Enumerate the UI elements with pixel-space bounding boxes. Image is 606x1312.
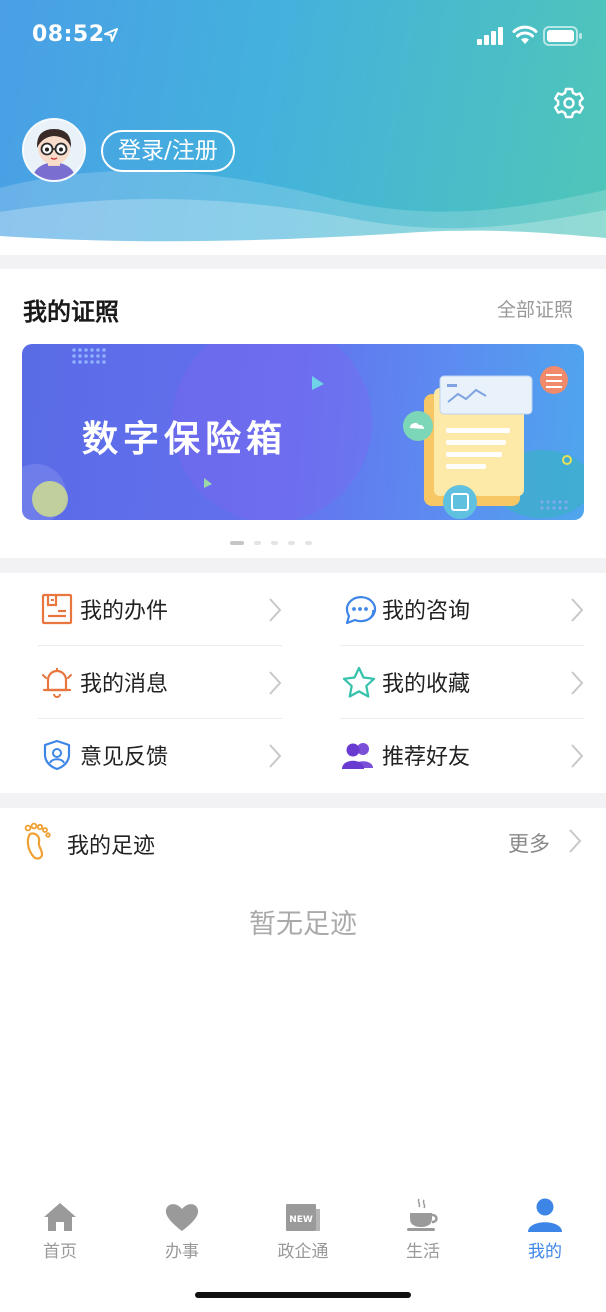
header-wave-decoration — [0, 170, 606, 255]
footprints-title: 我的足迹 — [67, 834, 156, 859]
home-icon — [42, 1195, 78, 1233]
footprint-icon — [24, 822, 51, 860]
carousel-dot[interactable] — [254, 541, 261, 545]
menu-my-cases[interactable]: 我的办件 — [38, 573, 282, 645]
battery-icon — [543, 26, 582, 46]
menu-label: 我的办件 — [80, 599, 169, 624]
carousel-dot[interactable] — [288, 541, 295, 545]
carousel-dot[interactable] — [230, 541, 244, 545]
carousel-indicator — [230, 541, 312, 545]
chat-bubble-icon — [340, 590, 378, 628]
banner-title: 数字保险箱 — [82, 419, 288, 460]
home-indicator[interactable] — [195, 1292, 411, 1298]
chevron-right-icon — [269, 671, 282, 695]
document-icon — [38, 590, 76, 628]
menu-label: 我的收藏 — [382, 672, 471, 697]
star-icon — [340, 663, 378, 701]
menu-recommend-friends[interactable]: 推荐好友 — [340, 719, 584, 791]
svg-text:NEW: NEW — [289, 1215, 313, 1225]
chevron-right-icon — [571, 744, 584, 768]
settings-gear-icon[interactable] — [552, 86, 586, 120]
location-arrow-icon — [104, 28, 118, 42]
menu-label: 推荐好友 — [382, 745, 471, 770]
coffee-cup-icon — [405, 1195, 441, 1233]
all-licenses-link[interactable]: 全部证照 — [497, 295, 573, 322]
tab-home[interactable]: 首页 — [5, 1195, 115, 1262]
news-icon: NEW — [285, 1195, 321, 1233]
tab-label: 首页 — [43, 1242, 77, 1262]
chevron-right-icon — [571, 671, 584, 695]
chevron-right-icon[interactable] — [568, 828, 582, 854]
profile-header: 08:52 登录/注册 — [0, 0, 606, 255]
tab-mine[interactable]: 我的 — [490, 1195, 600, 1262]
shield-user-icon — [38, 736, 76, 774]
footprints-more-link[interactable]: 更多 — [508, 828, 550, 858]
section-separator — [0, 255, 606, 269]
tab-life[interactable]: 生活 — [368, 1195, 478, 1262]
section-separator — [0, 558, 606, 573]
users-icon — [340, 736, 378, 774]
menu-label: 意见反馈 — [80, 745, 169, 770]
avatar-cartoon-icon — [24, 120, 84, 180]
empty-footprints-text: 暂无足迹 — [249, 909, 357, 940]
tab-government-enterprise[interactable]: NEW 政企通 — [248, 1195, 358, 1262]
menu-my-consultations[interactable]: 我的咨询 — [340, 573, 584, 645]
login-register-button[interactable]: 登录/注册 — [101, 130, 235, 172]
bottom-tab-bar: 首页 办事 NEW 政企通 生活 我的 — [0, 1185, 606, 1275]
user-icon — [527, 1195, 563, 1233]
tab-label: 我的 — [528, 1242, 562, 1262]
chevron-right-icon — [571, 598, 584, 622]
carousel-dot[interactable] — [305, 541, 312, 545]
avatar[interactable] — [22, 118, 86, 182]
menu-label: 我的消息 — [80, 672, 169, 697]
wifi-icon — [512, 25, 538, 44]
menu-label: 我的咨询 — [382, 599, 471, 624]
heart-icon — [164, 1195, 200, 1233]
tab-label: 政企通 — [277, 1242, 329, 1262]
status-bar: 08:52 — [0, 0, 606, 70]
bell-icon — [38, 663, 76, 701]
chevron-right-icon — [269, 598, 282, 622]
menu-feedback[interactable]: 意见反馈 — [38, 719, 282, 791]
digital-safe-banner[interactable]: 数字保险箱 — [22, 344, 584, 520]
section-separator — [0, 793, 606, 808]
chevron-right-icon — [269, 744, 282, 768]
carousel-dot[interactable] — [271, 541, 278, 545]
licenses-title: 我的证照 — [23, 298, 119, 326]
tab-label: 办事 — [165, 1242, 199, 1262]
cellular-signal-icon — [477, 27, 503, 45]
menu-my-favorites[interactable]: 我的收藏 — [340, 646, 584, 718]
status-time: 08:52 — [32, 22, 105, 47]
menu-my-messages[interactable]: 我的消息 — [38, 646, 282, 718]
tab-label: 生活 — [406, 1242, 440, 1262]
tab-services[interactable]: 办事 — [127, 1195, 237, 1262]
